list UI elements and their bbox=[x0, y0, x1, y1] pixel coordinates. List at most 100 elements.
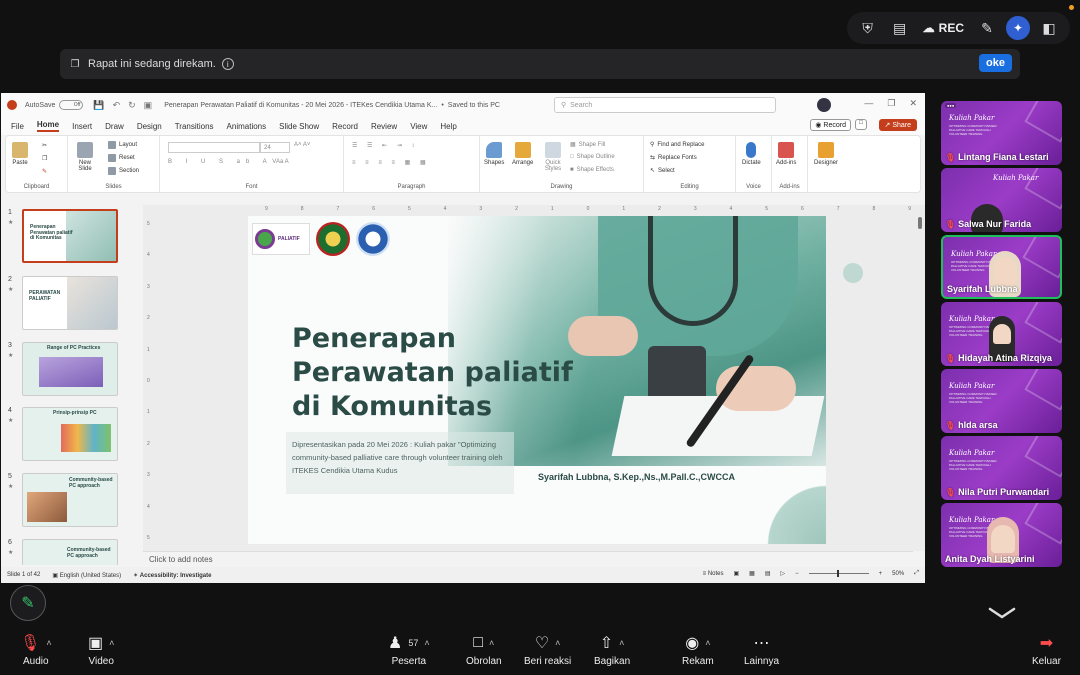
save-icon[interactable]: 💾 bbox=[93, 100, 104, 111]
notes-pane[interactable]: Click to add notes bbox=[143, 551, 913, 567]
restore-icon[interactable]: ❐ bbox=[887, 98, 895, 109]
notes-icon[interactable]: ▤ bbox=[887, 15, 913, 41]
list-buttons[interactable]: ☰ ☰ ⇤ ⇥ ↕ bbox=[352, 142, 418, 149]
shape-effects-button[interactable]: ■ Shape Effects bbox=[570, 167, 614, 173]
font-name-input[interactable] bbox=[168, 142, 260, 153]
slide-thumbnail[interactable]: 4 ★ Prinsip-prinsip PC bbox=[5, 407, 123, 465]
recording-indicator[interactable]: ☁ REC bbox=[919, 21, 968, 35]
zoom-level[interactable]: 50% bbox=[892, 571, 904, 577]
pencil-icon[interactable]: ✎ bbox=[974, 15, 1000, 41]
chevron-up-icon[interactable]: ˄ bbox=[555, 638, 560, 648]
slide-thumbnail[interactable]: 2 ★ PERAWATAN PALIATIF bbox=[5, 276, 123, 334]
participants-control[interactable]: ♟ 57 ˄ Peserta bbox=[388, 632, 430, 667]
chevron-up-icon[interactable]: ˄ bbox=[489, 638, 494, 648]
layout-button[interactable]: Layout bbox=[108, 141, 137, 149]
close-icon[interactable]: ✕ bbox=[909, 98, 917, 109]
ppt-search-input[interactable]: ⚲ Search bbox=[554, 97, 776, 113]
language-status[interactable]: ▣ English (United States) bbox=[52, 572, 121, 579]
share-control[interactable]: ⇧ ˄ Bagikan bbox=[594, 632, 630, 667]
tab-home[interactable]: Home bbox=[36, 120, 60, 132]
layout-icon[interactable]: ◧ bbox=[1036, 15, 1062, 41]
font-size-input[interactable]: 24 bbox=[260, 142, 290, 153]
copy-icon[interactable]: ❐ bbox=[42, 155, 47, 162]
tab-view[interactable]: View bbox=[410, 122, 427, 131]
chat-control[interactable]: □ ˄ Obrolan bbox=[466, 632, 502, 667]
oke-button[interactable]: oke bbox=[979, 54, 1012, 72]
participant-tile[interactable]: Kuliah Pakar OPTIMIZING COMMUNITY-BASED … bbox=[941, 302, 1062, 366]
sorter-view-icon[interactable]: ▦ bbox=[749, 570, 755, 577]
accessibility-status[interactable]: ✶ Accessibility: Investigate bbox=[133, 572, 211, 579]
tab-insert[interactable]: Insert bbox=[72, 122, 92, 131]
grow-font-icon[interactable]: A˄ A˅ bbox=[294, 142, 310, 148]
redo-icon[interactable]: ↻ bbox=[128, 100, 136, 111]
slide-thumbnail[interactable]: 6 ★ Community-based PC approach bbox=[5, 539, 123, 565]
current-slide[interactable]: PALIATIF Penerapan Perawatan paliatif di… bbox=[248, 216, 826, 544]
editor-scrollbar[interactable] bbox=[917, 209, 923, 543]
chevron-up-icon[interactable]: ˄ bbox=[46, 638, 51, 648]
slideshow-view-icon[interactable]: ▷ bbox=[781, 570, 786, 577]
more-control[interactable]: ⋯ Lainnya bbox=[744, 632, 779, 667]
video-control[interactable]: ▣ ˄ Video bbox=[88, 632, 114, 667]
section-button[interactable]: Section bbox=[108, 167, 139, 175]
account-avatar[interactable] bbox=[817, 98, 831, 112]
ai-sparkle-icon[interactable]: ✦ bbox=[1006, 16, 1030, 40]
format-painter-icon[interactable]: ✎ bbox=[42, 168, 47, 175]
slide-thumbnail[interactable]: 3 ★ Range of PC Practices bbox=[5, 342, 123, 400]
participant-tile[interactable]: Kuliah Pakar OPTIMIZING COMMUNITY-BASED … bbox=[941, 369, 1062, 433]
tab-help[interactable]: Help bbox=[440, 122, 456, 131]
present-icon[interactable]: ▣ bbox=[144, 100, 153, 111]
find-replace-button[interactable]: ⚲ Find and Replace bbox=[650, 141, 704, 149]
replace-fonts-button[interactable]: ⇆ Replace Fonts bbox=[650, 154, 697, 162]
notes-toggle[interactable]: ≡ Notes bbox=[703, 571, 724, 577]
slide-thumbnail[interactable]: 5 ★ Community-based PC approach bbox=[5, 473, 123, 531]
participant-tile[interactable]: Kuliah Pakar 🎙 Salwa Nur Farida bbox=[941, 168, 1062, 232]
designer-button[interactable]: Designer bbox=[814, 142, 838, 166]
new-slide-button[interactable]: New Slide bbox=[74, 142, 96, 172]
participant-tile[interactable]: Kuliah Pakar OPTIMIZING COMMUNITY-BASED … bbox=[941, 436, 1062, 500]
annotate-button[interactable]: ✎ bbox=[10, 585, 46, 621]
addins-button[interactable]: Add-ins bbox=[776, 142, 796, 166]
align-buttons[interactable]: ≡ ≡ ≡ ≡ ▦ ▦ bbox=[352, 159, 430, 166]
zoom-in-icon[interactable]: + bbox=[879, 571, 883, 577]
shapes-button[interactable]: Shapes bbox=[484, 142, 504, 166]
cut-icon[interactable]: ✂ bbox=[42, 142, 47, 149]
tab-design[interactable]: Design bbox=[137, 122, 162, 131]
participant-tile[interactable]: Kuliah Pakar OPTIMIZING COMMUNITY-BASED … bbox=[941, 235, 1062, 299]
participant-tile[interactable]: ●●● Kuliah Pakar OPTIMIZING COMMUNITY-BA… bbox=[941, 101, 1062, 165]
undo-icon[interactable]: ↶ bbox=[113, 100, 121, 111]
slide-thumbnail[interactable]: 1 ★ Penerapan Perawatan paliatif di Komu… bbox=[5, 209, 123, 267]
comments-icon[interactable]: □ bbox=[855, 119, 867, 130]
chevron-down-icon[interactable] bbox=[988, 606, 1016, 620]
shape-fill-button[interactable]: ▦ Shape Fill bbox=[570, 141, 605, 149]
normal-view-icon[interactable]: ▣ bbox=[734, 570, 740, 577]
chevron-up-icon[interactable]: ˄ bbox=[619, 638, 624, 648]
tab-animations[interactable]: Animations bbox=[227, 122, 267, 131]
info-icon[interactable]: i bbox=[221, 58, 234, 70]
tab-slide-show[interactable]: Slide Show bbox=[279, 122, 319, 131]
participant-tile[interactable]: Kuliah Pakar OPTIMIZING COMMUNITY-BASED … bbox=[941, 503, 1062, 567]
quick-styles-button[interactable]: Quick Styles bbox=[542, 142, 564, 172]
tab-review[interactable]: Review bbox=[371, 122, 397, 131]
font-color-icon[interactable]: Aa A bbox=[276, 159, 289, 165]
chevron-up-icon[interactable]: ˄ bbox=[705, 638, 710, 648]
minimize-icon[interactable]: — bbox=[864, 98, 873, 109]
chevron-up-icon[interactable]: ˄ bbox=[424, 638, 429, 648]
scroll-thumb[interactable] bbox=[918, 217, 922, 229]
leave-control[interactable]: ➡ Keluar bbox=[1032, 632, 1061, 667]
reading-view-icon[interactable]: ▤ bbox=[765, 570, 771, 577]
select-button[interactable]: ↖ Select bbox=[650, 167, 675, 175]
shield-check-icon[interactable]: ⛨ bbox=[855, 15, 881, 41]
arrange-button[interactable]: Arrange bbox=[512, 142, 533, 166]
tab-file[interactable]: File bbox=[11, 122, 24, 131]
tab-transitions[interactable]: Transitions bbox=[175, 122, 214, 131]
share-button[interactable]: ↗ Share bbox=[878, 119, 917, 131]
font-format-buttons[interactable]: B I U S ab AV bbox=[168, 159, 282, 165]
autosave-toggle[interactable]: Off bbox=[59, 100, 84, 110]
shape-outline-button[interactable]: □ Shape Outline bbox=[570, 154, 615, 160]
zoom-slider[interactable] bbox=[808, 570, 869, 577]
reset-button[interactable]: Reset bbox=[108, 154, 135, 162]
audio-control[interactable]: 🎙 ˄ Audio bbox=[20, 632, 52, 667]
paste-button[interactable]: Paste bbox=[12, 142, 28, 166]
chevron-up-icon[interactable]: ˄ bbox=[109, 638, 114, 648]
zoom-out-icon[interactable]: − bbox=[795, 571, 799, 577]
